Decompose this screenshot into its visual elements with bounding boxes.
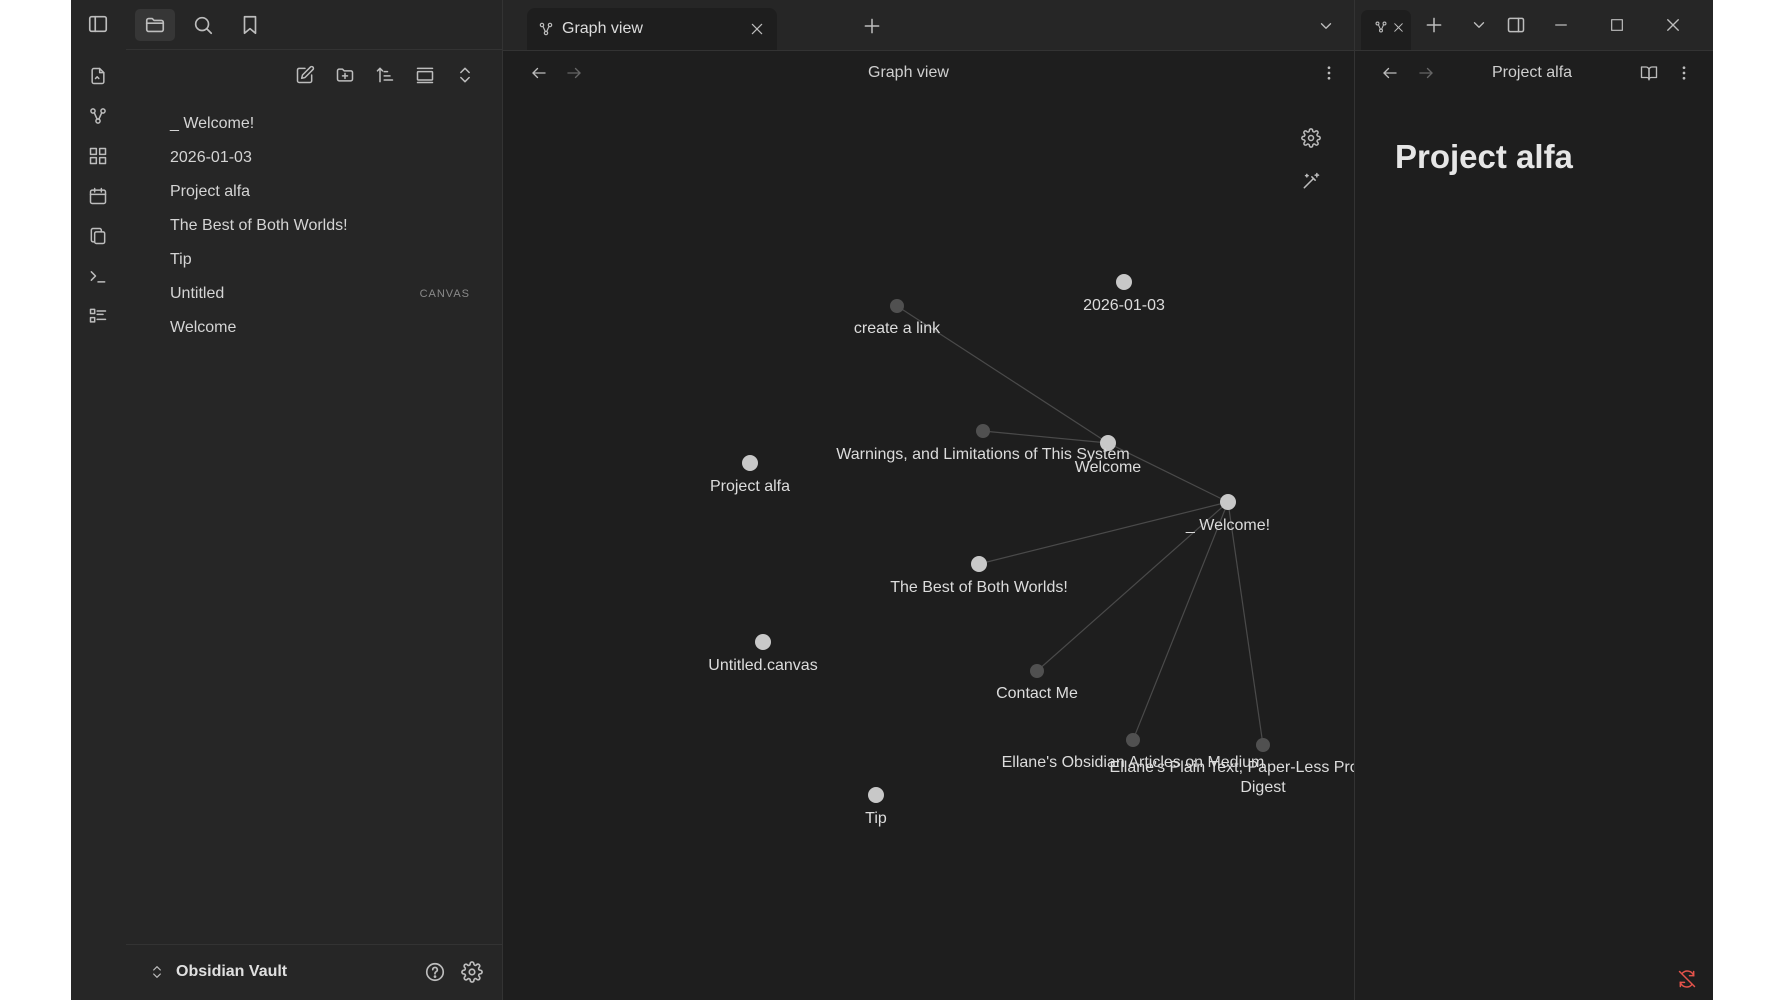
sort-icon[interactable] xyxy=(370,60,400,90)
new-note-icon[interactable] xyxy=(290,60,320,90)
canvas-icon[interactable] xyxy=(84,142,112,170)
obsidian-window: _ Welcome! 2026-01-03 Project alfa The B… xyxy=(71,0,1713,1000)
ribbon xyxy=(71,0,127,1000)
graph-node-label: Untitled.canvas xyxy=(708,657,817,674)
graph-node-label: Ellane's Plain Text, Paper-Less Producti… xyxy=(1110,759,1354,776)
file-name: The Best of Both Worlds! xyxy=(170,217,348,234)
graph-edge xyxy=(982,430,1109,444)
graph-node-underscore-welcome[interactable] xyxy=(1220,494,1236,510)
graph-node-label: Tip xyxy=(865,810,887,827)
window-close-icon[interactable] xyxy=(1661,13,1685,37)
vault-name[interactable]: Obsidian Vault xyxy=(176,963,287,981)
animate-magic-wand-icon[interactable] xyxy=(1298,168,1324,194)
graph-edge xyxy=(1227,501,1264,746)
sidebar-toggle-icon[interactable] xyxy=(84,10,112,38)
right-tab-bar xyxy=(1355,0,1713,51)
graph-view-pane: Graph view Graph view create a link 2026… xyxy=(503,0,1354,1000)
open-quick-switcher-icon[interactable] xyxy=(84,62,112,90)
graph-tab-icon xyxy=(1373,19,1389,35)
file-name: Untitled xyxy=(170,285,225,302)
file-name: 2026-01-03 xyxy=(170,149,252,166)
file-item[interactable]: Untitled CANVAS xyxy=(126,277,502,311)
help-icon[interactable] xyxy=(422,959,448,985)
file-item[interactable]: Welcome xyxy=(126,311,502,345)
graph-node-label: Welcome xyxy=(1075,459,1141,476)
graph-node-2026-01-03[interactable] xyxy=(1116,274,1132,290)
forward-arrow-icon[interactable] xyxy=(1415,62,1437,84)
graph-node-label: Digest xyxy=(1240,779,1286,796)
tab-graph-collapsed[interactable] xyxy=(1361,10,1411,50)
file-explorer-tab-icon[interactable] xyxy=(135,9,175,41)
bookmarks-tab-icon[interactable] xyxy=(230,9,270,41)
left-sidebar: _ Welcome! 2026-01-03 Project alfa The B… xyxy=(126,0,503,1000)
outline-list-icon[interactable] xyxy=(84,302,112,330)
file-item[interactable]: Project alfa xyxy=(126,175,502,209)
graph-node-project-alfa[interactable] xyxy=(742,455,758,471)
right-note-pane: Project alfa Project alfa xyxy=(1354,0,1713,1000)
close-tab-icon[interactable] xyxy=(1390,19,1406,35)
graph-node-create-a-link[interactable] xyxy=(890,299,904,313)
graph-node-untitled-canvas[interactable] xyxy=(755,634,771,650)
graph-node-tip[interactable] xyxy=(868,787,884,803)
file-name: Tip xyxy=(170,251,192,268)
graph-node-label: Contact Me xyxy=(996,685,1078,702)
new-folder-icon[interactable] xyxy=(330,60,360,90)
file-item[interactable]: The Best of Both Worlds! xyxy=(126,209,502,243)
vault-switch-chevrons-icon[interactable] xyxy=(146,961,168,983)
file-name: Welcome xyxy=(170,319,237,336)
vault-switcher-bar: Obsidian Vault xyxy=(126,944,502,1000)
search-tab-icon[interactable] xyxy=(183,9,223,41)
graph-node-ellane-productivity-digest[interactable] xyxy=(1256,738,1270,752)
new-tab-plus-icon[interactable] xyxy=(1423,14,1445,36)
daily-note-calendar-icon[interactable] xyxy=(84,182,112,210)
graph-node-label: create a link xyxy=(854,320,941,337)
graph-node-contact-me[interactable] xyxy=(1030,664,1044,678)
reading-view-book-icon[interactable] xyxy=(1638,62,1660,84)
auto-reveal-icon[interactable] xyxy=(410,60,440,90)
file-name: _ Welcome! xyxy=(170,115,255,132)
file-tree: _ Welcome! 2026-01-03 Project alfa The B… xyxy=(126,107,502,345)
graph-canvas[interactable]: create a link 2026-01-03 Warnings, and L… xyxy=(503,0,1354,1000)
graph-node-label: Project alfa xyxy=(710,478,790,495)
graph-settings-gear-icon[interactable] xyxy=(1298,125,1324,151)
command-palette-icon[interactable] xyxy=(84,262,112,290)
file-item[interactable]: Tip xyxy=(126,243,502,277)
file-item[interactable]: _ Welcome! xyxy=(126,107,502,141)
file-name: Project alfa xyxy=(170,183,251,200)
window-maximize-icon[interactable] xyxy=(1605,13,1629,37)
window-minimize-icon[interactable] xyxy=(1549,13,1573,37)
graph-node-label: _ Welcome! xyxy=(1185,517,1270,534)
note-title[interactable]: Project alfa xyxy=(1395,138,1573,176)
graph-node-label: 2026-01-03 xyxy=(1083,297,1165,314)
file-item[interactable]: 2026-01-03 xyxy=(126,141,502,175)
graph-edge xyxy=(1132,501,1229,741)
expand-collapse-icon[interactable] xyxy=(450,60,480,90)
templates-copy-icon[interactable] xyxy=(84,222,112,250)
graph-view-icon[interactable] xyxy=(84,102,112,130)
view-header-title: Project alfa xyxy=(1492,64,1573,81)
graph-node-warnings[interactable] xyxy=(976,424,990,438)
more-options-icon[interactable] xyxy=(1673,62,1695,84)
sync-disabled-alert-icon[interactable] xyxy=(1675,967,1699,991)
graph-node-best-of-both-worlds[interactable] xyxy=(971,556,987,572)
graph-node-label: The Best of Both Worlds! xyxy=(890,579,1068,596)
settings-gear-icon[interactable] xyxy=(459,959,485,985)
toggle-right-sidebar-icon[interactable] xyxy=(1504,13,1528,37)
file-type-badge: CANVAS xyxy=(419,288,470,300)
graph-node-ellane-obsidian-articles[interactable] xyxy=(1126,733,1140,747)
tab-list-chevron-down-icon[interactable] xyxy=(1468,14,1490,36)
back-arrow-icon[interactable] xyxy=(1379,62,1401,84)
